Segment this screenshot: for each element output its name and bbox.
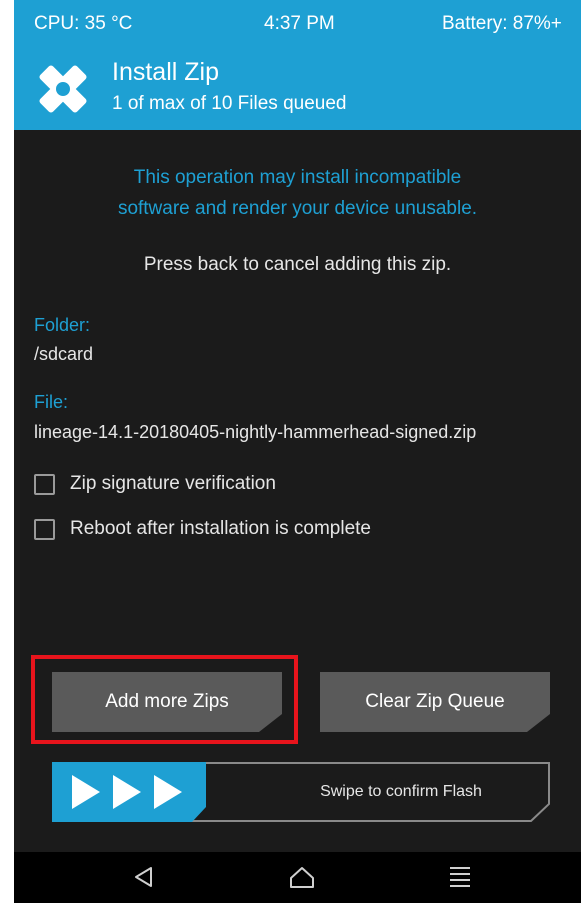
- clock: 4:37 PM: [264, 13, 335, 34]
- menu-icon[interactable]: [448, 865, 472, 889]
- file-label: File:: [34, 392, 69, 412]
- navigation-bar: [14, 852, 581, 903]
- highlight-box: [31, 655, 298, 744]
- folder-label: Folder:: [34, 315, 91, 335]
- reboot-after-install-checkbox[interactable]: [34, 518, 55, 540]
- queue-status: 1 of max of 10 Files queued: [112, 93, 347, 114]
- zip-signature-label: Zip signature verification: [70, 473, 276, 494]
- header: Install Zip 1 of max of 10 Files queued: [14, 44, 581, 130]
- home-icon[interactable]: [289, 865, 315, 889]
- back-icon[interactable]: [132, 865, 156, 889]
- folder-value: /sdcard: [34, 344, 94, 364]
- battery-status: Battery: 87%+: [442, 13, 562, 34]
- file-value: lineage-14.1-20180405-nightly-hammerhead…: [34, 422, 477, 442]
- status-bar: CPU: 35 °C 4:37 PM Battery: 87%+: [14, 0, 581, 44]
- twrp-logo-icon: [39, 65, 87, 113]
- zip-signature-option[interactable]: Zip signature verification: [34, 470, 276, 498]
- cancel-hint: Press back to cancel adding this zip.: [143, 254, 452, 275]
- cpu-temperature: CPU: 35 °C: [34, 13, 133, 34]
- warning-line-1: This operation may install incompatible: [133, 167, 462, 188]
- reboot-after-install-option[interactable]: Reboot after installation is complete: [34, 515, 371, 543]
- swipe-handle-arrows-icon[interactable]: [52, 762, 206, 822]
- page-title: Install Zip: [112, 58, 219, 86]
- swipe-label: Swipe to confirm Flash: [320, 783, 482, 800]
- clear-zip-queue-button[interactable]: Clear Zip Queue: [320, 672, 550, 732]
- reboot-after-install-label: Reboot after installation is complete: [70, 518, 371, 539]
- zip-signature-checkbox[interactable]: [34, 473, 55, 495]
- warning-line-2: software and render your device unusable…: [117, 198, 478, 219]
- twrp-screen: CPU: 35 °C 4:37 PM Battery: 87%+ Install…: [14, 0, 581, 903]
- swipe-to-confirm-slider[interactable]: Swipe to confirm Flash: [52, 762, 550, 822]
- warning-message: This operation may install incompatible …: [14, 162, 581, 224]
